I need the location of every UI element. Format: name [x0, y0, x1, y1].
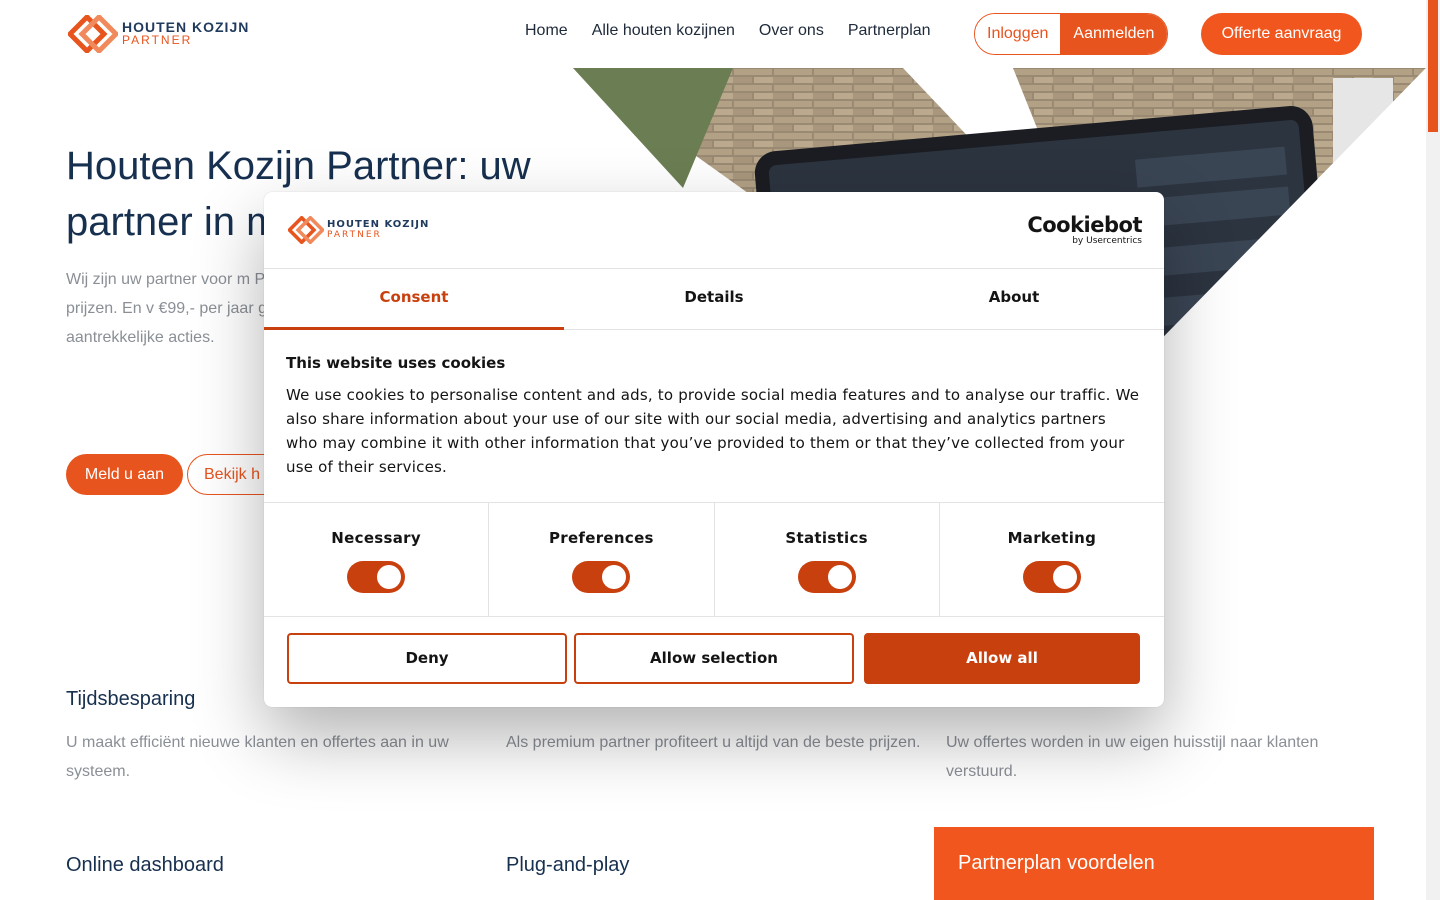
deny-button[interactable]: Deny: [287, 633, 567, 684]
dialog-logo: HOUTEN KOZIJN PARTNER: [286, 215, 430, 245]
toggle-knob: [602, 565, 627, 589]
dialog-logo-line2: PARTNER: [327, 230, 382, 240]
cookie-consent-dialog: HOUTEN KOZIJN PARTNER Cookiebot by Userc…: [264, 192, 1164, 707]
dialog-buttons: Deny Allow selection Allow all: [264, 617, 1164, 706]
cookiebot-brand-sub: by Usercentrics: [1072, 236, 1142, 246]
toggle-label-marketing: Marketing: [1007, 529, 1097, 547]
toggle-label-necessary: Necessary: [331, 529, 421, 547]
dialog-header: HOUTEN KOZIJN PARTNER Cookiebot by Userc…: [264, 192, 1164, 269]
toggle-label-preferences: Preferences: [548, 529, 654, 547]
toggle-group-marketing: Marketing: [940, 503, 1164, 616]
dialog-logo-line1: HOUTEN KOZIJN: [327, 219, 430, 230]
toggle-necessary[interactable]: [347, 561, 406, 593]
consent-toggles: Necessary Preferences Statistics Marketi…: [264, 503, 1164, 617]
allow-all-button[interactable]: Allow all: [864, 633, 1140, 684]
toggle-label-statistics: Statistics: [785, 529, 868, 547]
dialog-body: This website uses cookies We use cookies…: [264, 330, 1164, 503]
toggle-group-necessary: Necessary: [264, 503, 490, 616]
allow-selection-button[interactable]: Allow selection: [574, 633, 854, 684]
dialog-description: We use cookies to personalise content an…: [286, 386, 1140, 476]
toggle-knob: [827, 565, 852, 589]
toggle-group-preferences: Preferences: [489, 503, 715, 616]
toggle-statistics[interactable]: [797, 561, 856, 593]
toggle-group-statistics: Statistics: [715, 503, 940, 616]
tab-details[interactable]: Details: [564, 269, 864, 329]
toggle-knob: [1052, 565, 1077, 589]
page-scrollbar[interactable]: [1426, 0, 1440, 900]
cookiebot-brand: Cookiebot: [1027, 213, 1142, 237]
cookiebot-logo[interactable]: Cookiebot by Usercentrics: [1027, 214, 1142, 246]
scrollbar-thumb[interactable]: [1428, 0, 1438, 132]
tab-consent[interactable]: Consent: [264, 269, 564, 330]
toggle-preferences[interactable]: [572, 561, 631, 593]
logo-diamond-icon: [286, 215, 326, 245]
dialog-tabs: Consent Details About: [264, 269, 1164, 330]
toggle-marketing[interactable]: [1022, 561, 1081, 593]
toggle-knob: [377, 565, 402, 589]
dialog-heading: This website uses cookies: [286, 354, 506, 372]
tab-about[interactable]: About: [864, 269, 1164, 329]
